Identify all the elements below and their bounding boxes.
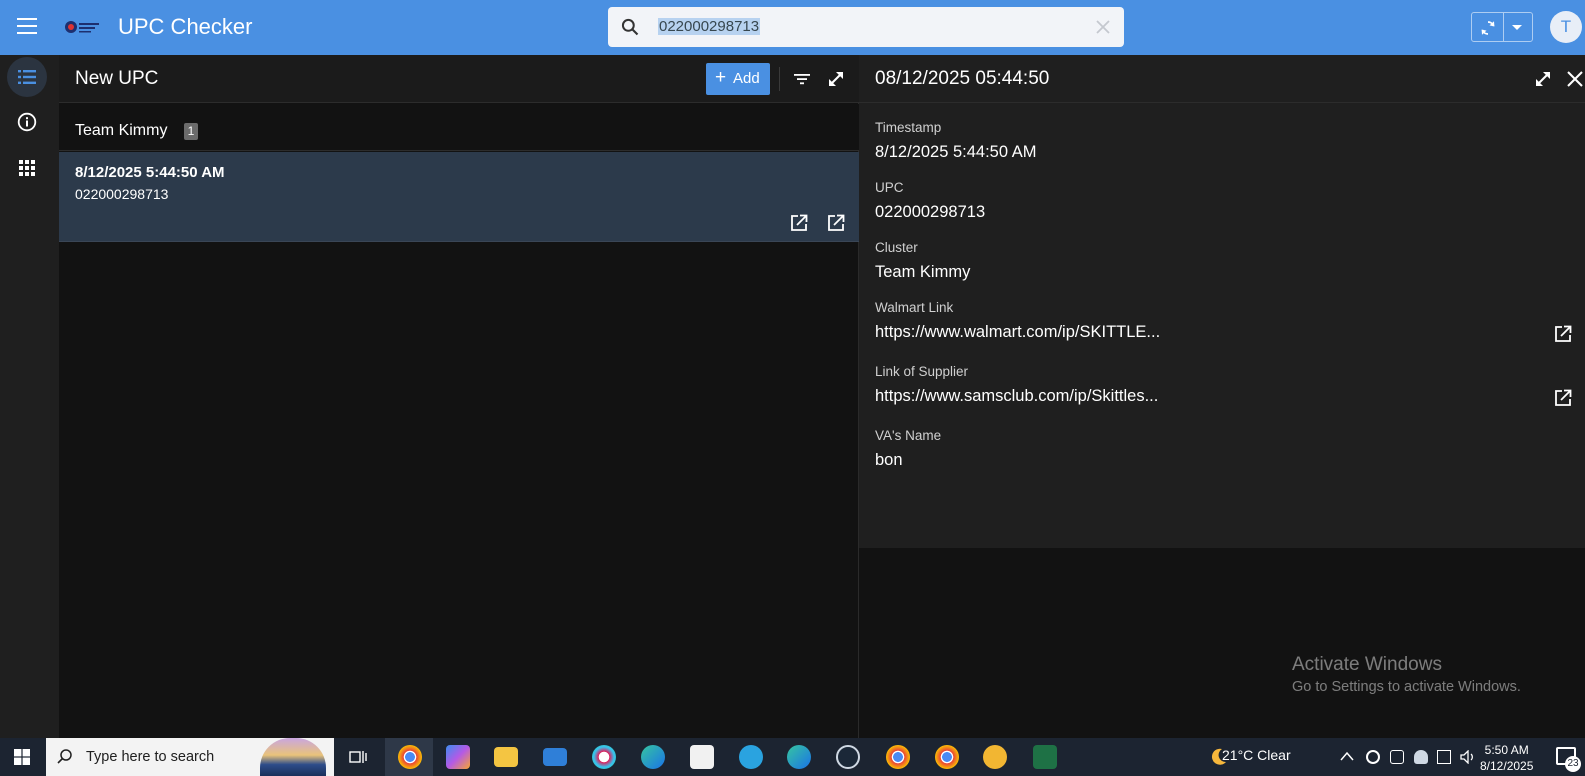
avatar[interactable]: T [1550,11,1582,43]
close-icon[interactable] [1566,70,1584,88]
app-header: UPC Checker 022000298713 T [0,0,1585,55]
expand-icon[interactable] [1533,69,1553,89]
taskbar-search-placeholder: Type here to search [86,749,215,765]
clock-time: 5:50 AM [1484,743,1529,757]
field-label-va-name: VA's Name [875,428,942,443]
chrome-profile-p-icon[interactable] [935,745,959,769]
copilot-icon[interactable] [446,745,470,769]
clear-search-icon[interactable] [1094,18,1112,36]
clock-date: 8/12/2025 [1480,759,1534,773]
add-button-label: Add [733,70,760,87]
left-rail [0,55,59,738]
file-explorer-icon[interactable] [494,747,518,767]
group-count-badge: 1 [184,123,198,140]
detail-fields: Timestamp 8/12/2025 5:44:50 AM UPC 02200… [859,103,1585,548]
chevron-down-icon[interactable] [1512,25,1522,30]
network-icon[interactable] [1437,750,1451,764]
external-link-icon[interactable] [789,213,809,233]
field-value-upc: 022000298713 [875,203,986,221]
windows-taskbar: Type here to search 21°C Clear 5:50 AM 8… [0,738,1585,776]
expand-icon[interactable] [826,69,846,89]
field-value-va-name: bon [875,451,903,469]
edge-profile-icon[interactable] [787,745,811,769]
field-label-walmart-link: Walmart Link [875,300,954,315]
info-icon [17,112,37,132]
activate-windows-watermark: Activate Windows Go to Settings to activ… [1292,654,1521,695]
windows-start-icon[interactable] [14,749,30,765]
weather-text[interactable]: 21°C Clear [1222,747,1291,763]
divider [779,67,780,91]
edge-icon[interactable] [641,745,665,769]
field-label-cluster: Cluster [875,240,918,255]
steam-icon[interactable] [836,745,860,769]
add-button[interactable]: + Add [706,63,770,95]
app-logo [65,21,99,33]
search-highlight-image [260,738,326,776]
hamburger-menu-icon[interactable] [17,18,37,34]
sync-split-button[interactable] [1471,12,1533,42]
slack-icon[interactable] [592,745,616,769]
taskbar-search[interactable]: Type here to search [46,738,334,776]
list-panel: New UPC + Add Team Kimmy 1 8/12/2025 5:4… [59,55,859,738]
search-icon [621,18,639,36]
chrome-icon[interactable] [398,745,422,769]
search-value[interactable]: 022000298713 [658,18,761,35]
taskbar-clock[interactable]: 5:50 AM 8/12/2025 [1480,742,1533,774]
group-name: Team Kimmy [75,122,168,139]
notification-count-badge: 23 [1565,756,1581,772]
list-icon [18,70,36,84]
detail-panel: 08/12/2025 05:44:50 Timestamp 8/12/2025 … [859,55,1585,738]
chevron-up-icon[interactable] [1340,751,1354,761]
field-value-supplier-link[interactable]: https://www.samsclub.com/ip/Skittles... [875,387,1158,406]
detail-header: 08/12/2025 05:44:50 [859,55,1585,103]
tray-app-icon[interactable] [1366,750,1380,764]
external-link-icon[interactable] [826,213,846,233]
search-input[interactable]: 022000298713 [608,7,1124,47]
detail-title: 08/12/2025 05:44:50 [875,68,1050,89]
search-icon [57,749,72,764]
external-link-icon[interactable] [1553,324,1573,344]
external-link-icon[interactable] [1553,388,1573,408]
group-header[interactable]: Team Kimmy 1 [59,104,859,151]
app-title: UPC Checker [118,14,253,39]
apps-grid-icon [19,160,35,176]
list-title: New UPC [75,68,159,89]
field-label-upc: UPC [875,180,904,195]
telegram-icon[interactable] [739,745,763,769]
watermark-title: Activate Windows [1292,654,1442,675]
list-item[interactable]: 8/12/2025 5:44:50 AM 022000298713 [59,152,859,242]
rail-item-list[interactable] [7,57,47,97]
sync-icon[interactable] [1479,19,1497,37]
field-value-walmart-link[interactable]: https://www.walmart.com/ip/SKITTLE... [875,323,1160,342]
volume-icon[interactable] [1460,750,1476,764]
field-label-supplier-link: Link of Supplier [875,364,969,379]
field-value-cluster: Team Kimmy [875,263,971,281]
tray-meet-icon[interactable] [1390,750,1404,764]
list-item-timestamp: 8/12/2025 5:44:50 AM [75,164,225,181]
onedrive-icon[interactable] [1414,750,1428,764]
rail-item-info[interactable] [7,102,47,142]
rail-item-apps[interactable] [7,148,47,188]
plus-icon: + [715,67,727,88]
microsoft-store-icon[interactable] [690,745,714,769]
field-label-timestamp: Timestamp [875,120,942,135]
watermark-subtitle: Go to Settings to activate Windows. [1292,679,1521,695]
chrome-profile-icon[interactable] [886,745,910,769]
game-app-icon[interactable] [983,745,1007,769]
mail-icon[interactable] [543,748,567,766]
filter-icon[interactable] [793,70,811,88]
list-header: New UPC + Add [59,55,859,103]
excel-icon[interactable] [1033,745,1057,769]
list-item-upc: 022000298713 [75,186,169,202]
field-value-timestamp: 8/12/2025 5:44:50 AM [875,143,1037,161]
task-view-icon[interactable] [349,749,367,765]
